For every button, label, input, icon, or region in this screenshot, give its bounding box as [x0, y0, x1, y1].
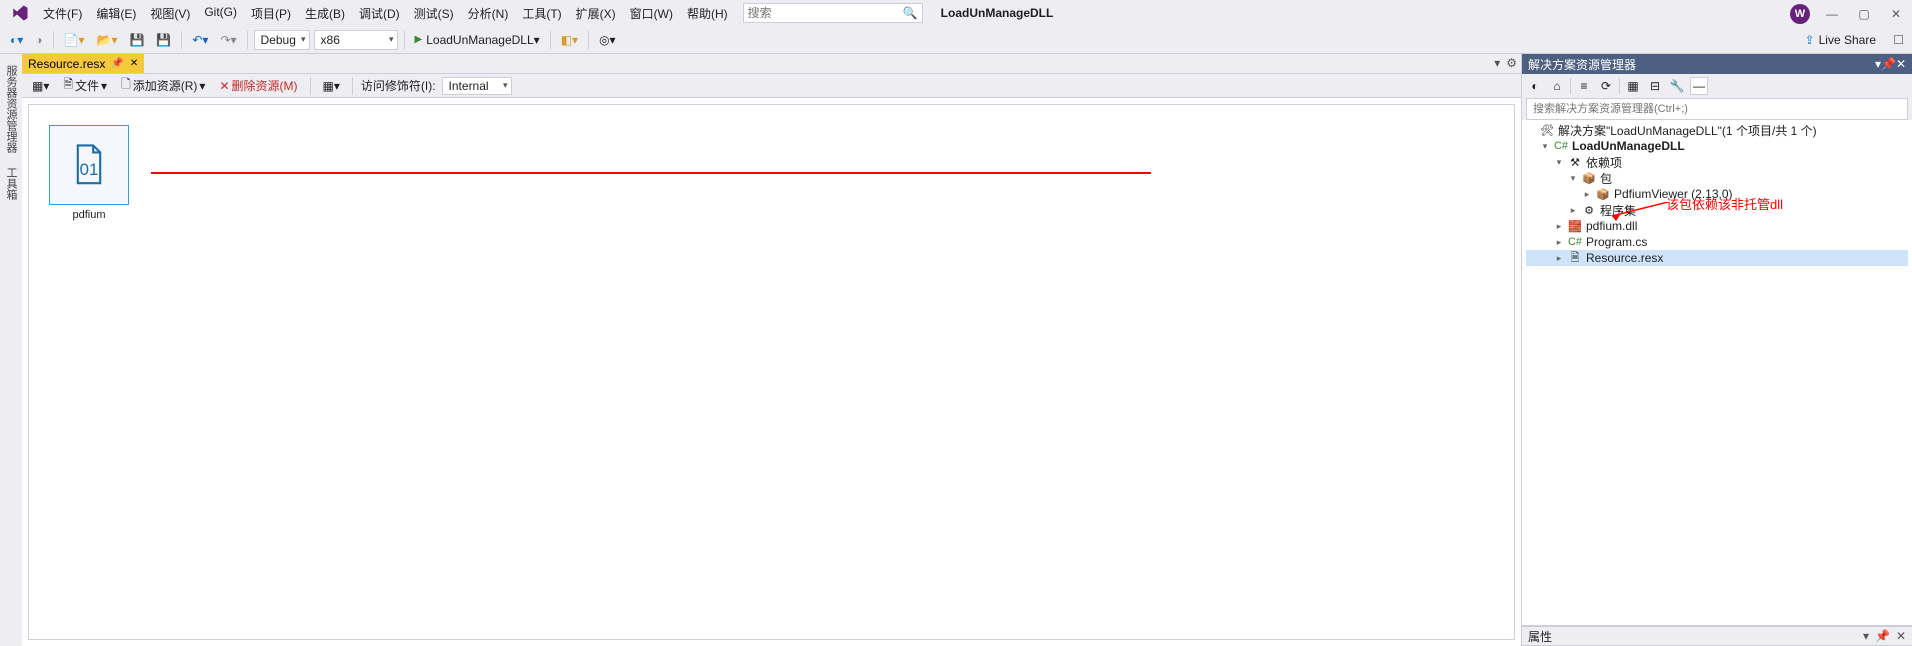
search-icon: 🔍 — [903, 6, 918, 20]
resource-item-pdfium[interactable]: 01 pdfium — [49, 125, 129, 221]
props-close-icon[interactable]: ✕ — [1896, 629, 1906, 643]
menu-item[interactable]: 测试(S) — [407, 1, 461, 26]
config-selector[interactable]: Debug — [254, 30, 310, 50]
resx-add-button[interactable]: 🗋 添加资源(R) ▾ — [117, 76, 209, 96]
se-showall-icon[interactable]: ▦ — [1624, 77, 1642, 95]
document-area: Resource.resx 📌 ✕ ▾ ⚙ ▦▾ 🗎 文件 ▾ 🗋 添加资源(R… — [22, 54, 1522, 646]
account-badge-icon[interactable]: W — [1790, 4, 1810, 24]
props-pin-icon[interactable]: 📌 — [1875, 629, 1890, 643]
doc-tab-label: Resource.resx — [28, 57, 105, 71]
global-search-input[interactable]: 🔍 — [743, 3, 923, 23]
pane-close-icon[interactable]: ✕ — [1896, 57, 1906, 71]
se-preview-icon[interactable]: — — [1690, 77, 1708, 95]
props-dropdown-icon[interactable]: ▾ — [1863, 629, 1869, 643]
doc-dropdown-icon[interactable]: ▾ — [1494, 56, 1500, 70]
close-button[interactable]: ✕ — [1886, 4, 1906, 24]
file-thumb-icon: 01 — [49, 125, 129, 205]
solution-explorer-title: 解决方案资源管理器 — [1528, 56, 1636, 73]
tree-packages[interactable]: ▾📦包 — [1526, 170, 1908, 186]
menu-item[interactable]: 生成(B) — [298, 1, 352, 26]
nav-fwd-button[interactable]: ◑ — [31, 29, 46, 51]
resx-toolbar: ▦▾ 🗎 文件 ▾ 🗋 添加资源(R) ▾ ✕ 删除资源(M) ▦▾ 访问修饰符… — [22, 74, 1521, 98]
maximize-button[interactable]: ▢ — [1854, 4, 1874, 24]
menu-item[interactable]: 视图(V) — [143, 1, 197, 26]
se-properties-icon[interactable]: 🔧 — [1668, 77, 1686, 95]
resource-item-label: pdfium — [49, 209, 129, 221]
rail-server-explorer[interactable]: 服务器资源管理器 — [1, 62, 21, 156]
tree-solution[interactable]: 🛠解决方案"LoadUnManageDLL"(1 个项目/共 1 个) — [1526, 122, 1908, 138]
rail-toolbox[interactable]: 工具箱 — [1, 164, 21, 203]
resx-view-button[interactable]: ▦▾ — [319, 76, 344, 96]
menu-item[interactable]: 工具(T) — [515, 1, 568, 26]
vs-logo-icon — [10, 3, 30, 23]
menu-item[interactable]: 窗口(W) — [623, 1, 680, 26]
menu-item[interactable]: 编辑(E) — [89, 1, 143, 26]
resx-access-selector[interactable]: Internal — [442, 77, 512, 95]
new-project-button[interactable]: 📄▾ — [60, 29, 89, 51]
feedback-icon[interactable]: ☐ — [1893, 33, 1904, 47]
left-rail: 服务器资源管理器 工具箱 — [0, 54, 22, 646]
live-share-button[interactable]: ⇪ Live Share — [1805, 33, 1876, 47]
menu-item[interactable]: 调试(D) — [352, 1, 407, 26]
undo-button[interactable]: ↶▾ — [188, 29, 212, 51]
menu-item[interactable]: Git(G) — [197, 1, 244, 26]
solution-tree: 🛠解决方案"LoadUnManageDLL"(1 个项目/共 1 个) ▾C#L… — [1522, 120, 1912, 626]
resource-canvas: 01 pdfium — [28, 104, 1515, 640]
main-toolbar: ◐▾ ◑ 📄▾ 📂▾ 💾 💾 ↶▾ ↷▾ Debug x86 ▶LoadUnMa… — [0, 26, 1912, 54]
solution-toolbar: ◐ ⌂ ≡ ⟳ ▦ ⊟ 🔧 — — [1522, 74, 1912, 98]
doc-tab-resource[interactable]: Resource.resx 📌 ✕ — [22, 54, 144, 73]
se-collapse-icon[interactable]: ⊟ — [1646, 77, 1664, 95]
resx-access-label: 访问修饰符(I): — [361, 77, 436, 94]
document-tabs: Resource.resx 📌 ✕ ▾ ⚙ — [22, 54, 1521, 74]
tree-resource-resx[interactable]: ▸🗎Resource.resx — [1526, 250, 1908, 266]
redo-button[interactable]: ↷▾ — [216, 29, 240, 51]
se-home-icon[interactable]: ⌂ — [1548, 77, 1566, 95]
tool2-button[interactable]: ◎▾ — [595, 29, 620, 51]
menu-item[interactable]: 文件(F) — [36, 1, 89, 26]
resx-strings-button[interactable]: ▦▾ — [28, 76, 53, 96]
start-debug-button[interactable]: ▶LoadUnManageDLL ▾ — [411, 29, 544, 51]
tool1-button[interactable]: ◧▾ — [557, 29, 582, 51]
resx-delete-button[interactable]: ✕ 删除资源(M) — [215, 76, 301, 96]
live-share-icon: ⇪ — [1805, 33, 1815, 47]
menu-bar: 文件(F)编辑(E)视图(V)Git(G)项目(P)生成(B)调试(D)测试(S… — [0, 0, 1912, 26]
platform-selector[interactable]: x86 — [314, 30, 398, 50]
tree-project[interactable]: ▾C#LoadUnManageDLL — [1526, 138, 1908, 154]
se-sync-icon[interactable]: ≡ — [1575, 77, 1593, 95]
annotation-text: 该包依赖该非托管dll — [1666, 194, 1783, 213]
menu-item[interactable]: 分析(N) — [461, 1, 516, 26]
tree-program-cs[interactable]: ▸C#Program.cs — [1526, 234, 1908, 250]
window-controls: W — ▢ ✕ — [1790, 4, 1906, 24]
project-name-label: LoadUnManageDLL — [935, 4, 1060, 22]
save-button[interactable]: 💾 — [125, 29, 148, 51]
nav-back-button[interactable]: ◐▾ — [6, 29, 27, 51]
menu-item[interactable]: 扩展(X) — [569, 1, 623, 26]
tree-deps[interactable]: ▾⚒依赖项 — [1526, 154, 1908, 170]
close-tab-icon[interactable]: ✕ — [130, 58, 138, 69]
menu-item[interactable]: 帮助(H) — [680, 1, 735, 26]
se-refresh-icon[interactable]: ⟳ — [1597, 77, 1615, 95]
minimize-button[interactable]: — — [1822, 4, 1842, 24]
save-all-button[interactable]: 💾 — [152, 29, 175, 51]
properties-title: 属性 — [1528, 628, 1552, 645]
solution-explorer-header: 解决方案资源管理器 ▾📌✕ — [1522, 54, 1912, 74]
right-pane: 解决方案资源管理器 ▾📌✕ ◐ ⌂ ≡ ⟳ ▦ ⊟ 🔧 — 🛠解决方案"Load… — [1522, 54, 1912, 646]
menu-item[interactable]: 项目(P) — [244, 1, 298, 26]
doc-settings-icon[interactable]: ⚙ — [1506, 56, 1517, 70]
resx-file-button[interactable]: 🗎 文件 ▾ — [59, 76, 111, 96]
open-button[interactable]: 📂▾ — [93, 29, 122, 51]
se-back-icon[interactable]: ◐ — [1526, 77, 1544, 95]
svg-text:01: 01 — [80, 160, 99, 179]
pane-pin-icon[interactable]: 📌 — [1881, 57, 1896, 71]
pin-icon[interactable]: 📌 — [111, 58, 123, 69]
properties-header[interactable]: 属性 ▾ 📌 ✕ — [1522, 626, 1912, 646]
solution-search-input[interactable] — [1526, 98, 1908, 120]
tree-pdfium-dll[interactable]: ▸🧱pdfium.dll — [1526, 218, 1908, 234]
